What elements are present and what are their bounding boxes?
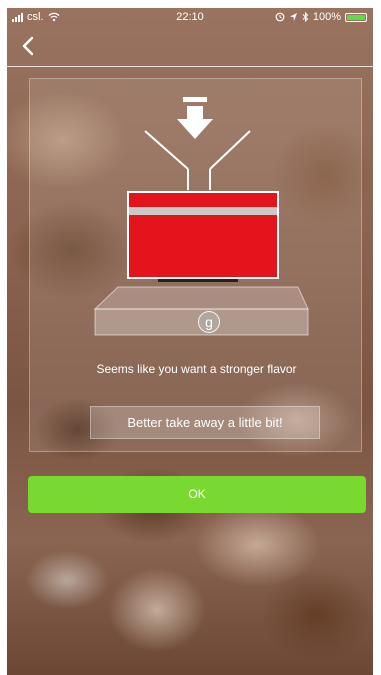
coffee-scale-illustration bbox=[93, 97, 309, 336]
hint-box: Better take away a little bit! bbox=[90, 406, 320, 439]
battery-percent: 100% bbox=[312, 11, 341, 23]
app-screen: csl. 22:10 100% g Seems like you want a … bbox=[7, 0, 373, 675]
battery-icon bbox=[345, 12, 367, 22]
back-button[interactable] bbox=[17, 34, 41, 58]
alarm-icon bbox=[275, 12, 285, 22]
flavor-message: Seems like you want a stronger flavor bbox=[96, 362, 297, 376]
status-right: 100% bbox=[275, 8, 367, 26]
chevron-left-icon bbox=[22, 36, 34, 56]
top-strip bbox=[0, 0, 381, 8]
coffee-cup-icon bbox=[127, 191, 279, 282]
down-arrow-icon bbox=[177, 97, 213, 139]
status-bar: csl. 22:10 100% bbox=[7, 8, 373, 26]
ok-button[interactable]: OK bbox=[28, 476, 366, 513]
location-icon bbox=[289, 13, 297, 21]
funnel-icon bbox=[144, 130, 251, 190]
nav-bar bbox=[7, 26, 373, 67]
bluetooth-icon bbox=[302, 12, 309, 22]
instruction-card: g Seems like you want a stronger flavor … bbox=[29, 78, 362, 452]
scale-unit-badge: g bbox=[198, 311, 220, 333]
